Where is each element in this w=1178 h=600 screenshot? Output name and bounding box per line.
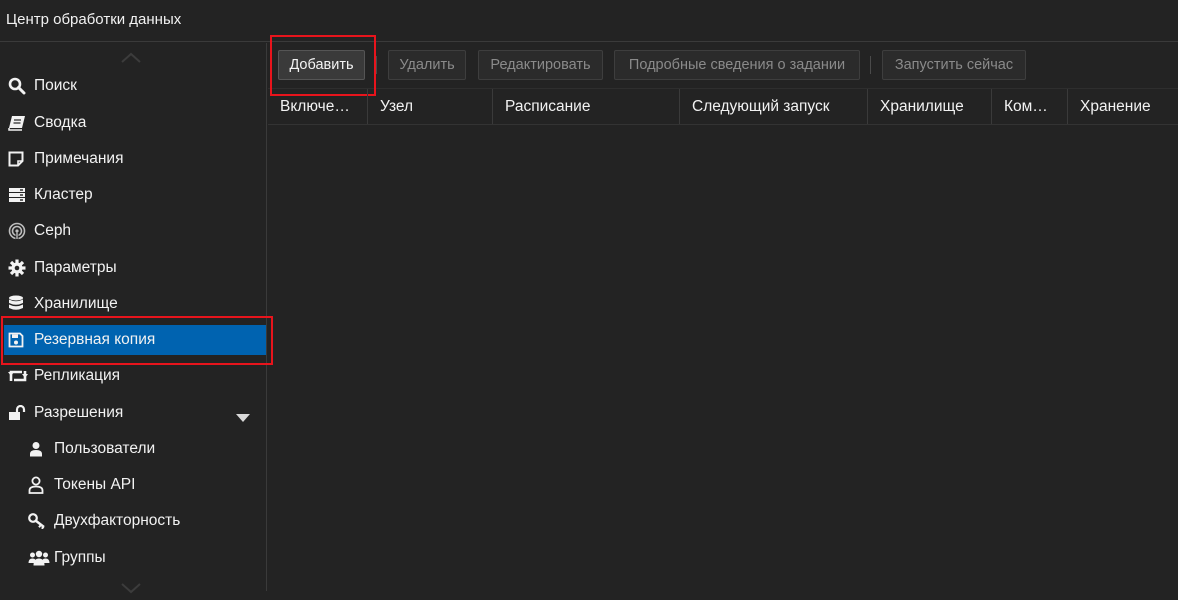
sidebar-item-permissions[interactable]: Разрешения	[4, 398, 266, 428]
toolbar-separator	[376, 56, 377, 74]
sidebar-item-label: Группы	[54, 549, 106, 566]
page-title: Центр обработки данных	[6, 11, 182, 28]
retweet-icon	[8, 361, 30, 391]
user-outline-icon	[28, 470, 50, 500]
toolbar-separator	[870, 56, 871, 74]
annotation-highlight-backup	[1, 316, 273, 365]
column-header-retention[interactable]: Хранение	[1068, 89, 1178, 124]
toolbar: Добавить Удалить Редактировать Подробные…	[268, 43, 1178, 89]
chevron-down-icon[interactable]	[236, 409, 250, 427]
sidebar-item-storage[interactable]: Хранилище	[4, 289, 266, 319]
sidebar-item-cluster[interactable]: Кластер	[4, 180, 266, 210]
backup-jobs-grid-header: Включе… Узел Расписание Следующий запуск…	[268, 89, 1178, 125]
scroll-down-icon[interactable]	[118, 581, 144, 595]
scroll-up-icon[interactable]	[118, 51, 144, 65]
sidebar-item-label: Хранилище	[34, 295, 118, 312]
sidebar-item-label: Репликация	[34, 367, 121, 384]
sidebar-item-api-tokens[interactable]: Токены API	[24, 470, 266, 500]
user-icon	[28, 434, 50, 464]
backup-jobs-grid-body	[268, 125, 1178, 591]
server-icon	[8, 180, 30, 210]
edit-button[interactable]: Редактировать	[478, 50, 603, 80]
unlock-icon	[8, 398, 30, 428]
remove-button[interactable]: Удалить	[388, 50, 466, 80]
users-icon	[28, 543, 50, 573]
column-header-next-run[interactable]: Следующий запуск	[680, 89, 868, 124]
column-header-node[interactable]: Узел	[368, 89, 493, 124]
sidebar-item-label: Примечания	[34, 150, 124, 167]
sidebar-item-options[interactable]: Параметры	[4, 253, 266, 283]
sidebar-item-notes[interactable]: Примечания	[4, 144, 266, 174]
sidebar-item-replication[interactable]: Репликация	[4, 361, 266, 391]
key-icon	[28, 506, 50, 536]
column-header-comment[interactable]: Ком…	[992, 89, 1068, 124]
column-header-enabled[interactable]: Включе…	[268, 89, 368, 124]
sidebar-item-ceph[interactable]: Ceph	[4, 216, 266, 246]
sidebar-item-summary[interactable]: Сводка	[4, 108, 266, 138]
sidebar-item-two-factor[interactable]: Двухфакторность	[24, 506, 266, 536]
sidebar-item-label: Ceph	[34, 222, 72, 239]
sidebar-item-label: Токены API	[54, 476, 136, 493]
header-bar: Центр обработки данных	[0, 0, 1178, 42]
database-icon	[8, 289, 30, 319]
sidebar-item-label: Параметры	[34, 259, 117, 276]
ceph-icon	[8, 216, 30, 246]
sidebar-item-label: Сводка	[34, 114, 87, 131]
sidebar-item-label: Двухфакторность	[54, 512, 181, 529]
column-header-storage[interactable]: Хранилище	[868, 89, 992, 124]
column-header-schedule[interactable]: Расписание	[493, 89, 680, 124]
search-icon	[8, 71, 30, 101]
sidebar-item-label: Разрешения	[34, 404, 124, 421]
sidebar-item-users[interactable]: Пользователи	[24, 434, 266, 464]
sticky-note-icon	[8, 144, 30, 174]
sidebar-item-groups[interactable]: Группы	[24, 543, 266, 573]
sidebar-item-label: Пользователи	[54, 440, 156, 457]
book-icon	[8, 108, 30, 138]
annotation-highlight-add	[270, 35, 376, 96]
gear-icon	[8, 253, 30, 283]
job-details-button[interactable]: Подробные сведения о задании	[614, 50, 860, 80]
sidebar-item-label: Поиск	[34, 77, 77, 94]
sidebar-item-search[interactable]: Поиск	[4, 71, 266, 101]
sidebar-item-label: Кластер	[34, 186, 93, 203]
run-now-button[interactable]: Запустить сейчас	[882, 50, 1026, 80]
